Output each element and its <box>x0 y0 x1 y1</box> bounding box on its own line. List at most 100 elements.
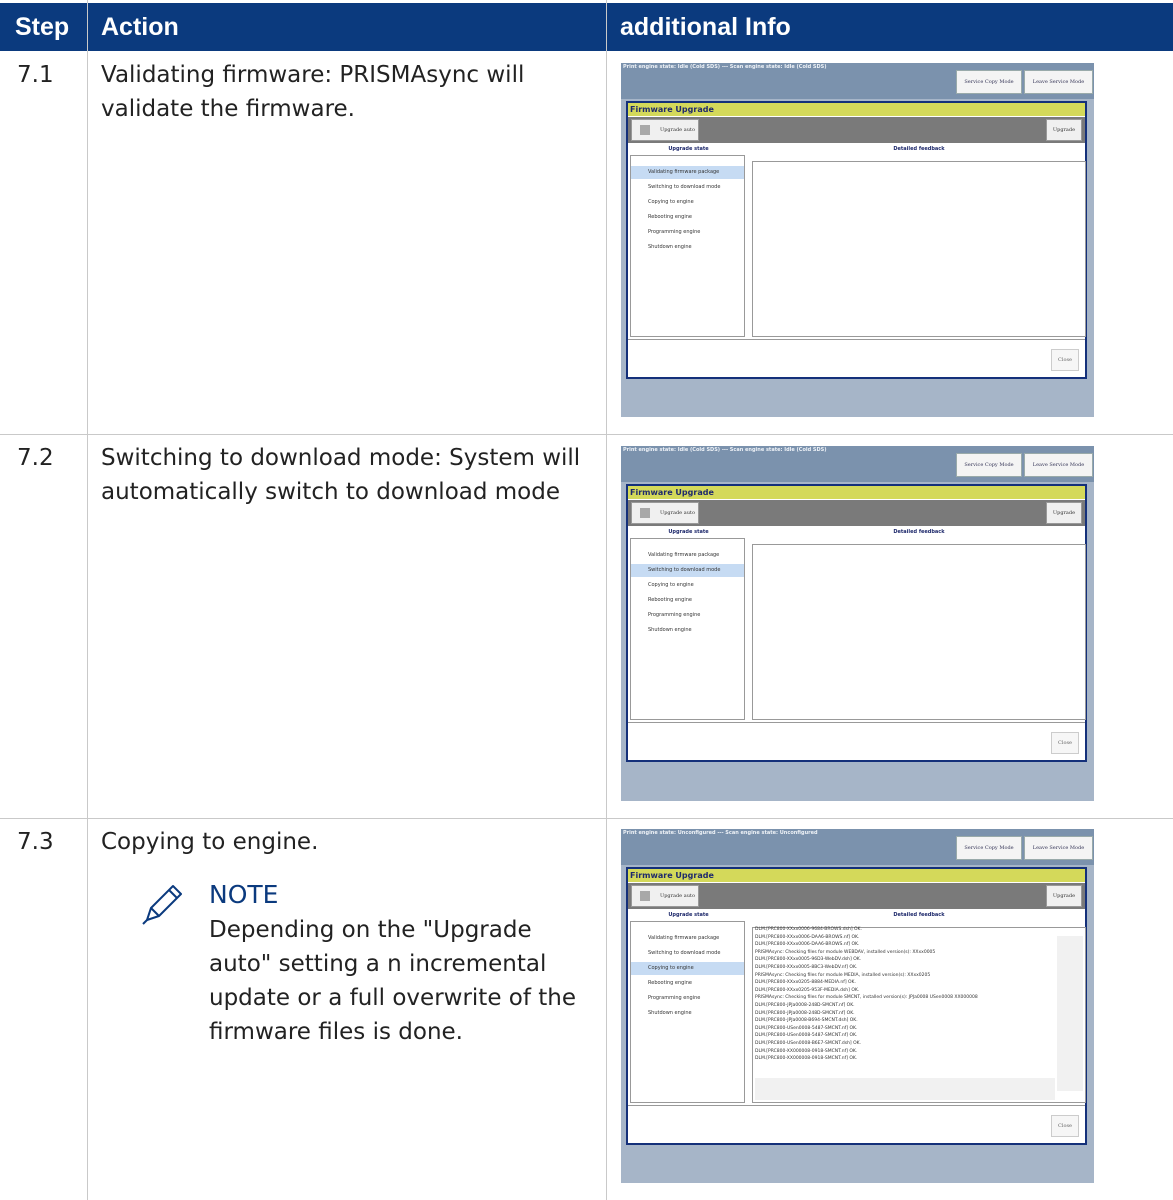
state-item: Programming engine <box>648 612 701 618</box>
log-line: DLM.[PRC800-XXxx0006-DAA6-BROWS.nf] OK. <box>755 942 860 948</box>
detailed-feedback-heading: Detailed feedback <box>893 529 945 535</box>
log-line: DLM.[PRC800-USen0008-5487-SMCNT.nf] OK. <box>755 1033 858 1039</box>
log-line: DLM.[PRC800-XXxx0205-8884-MEDIA.nf] OK. <box>755 980 856 986</box>
log-line: DLM.[PRC800-XXxx0005-96D3-WebDV.dsh] OK. <box>755 957 862 963</box>
upgrade-auto-label: Upgrade auto <box>660 510 695 516</box>
log-line: DLM.[PRC800-JPJa0008-248D-SMCNT.nf] OK. <box>755 1010 855 1016</box>
row-divider <box>0 434 1173 435</box>
upgrade-auto-toggle[interactable]: Upgrade auto <box>631 885 699 907</box>
vertical-scrollbar[interactable] <box>1057 936 1083 1091</box>
upgrade-state-heading: Upgrade state <box>668 146 709 152</box>
screenshot-download-mode: Print engine state: Idle (Cold SDS) --- … <box>621 446 1094 801</box>
log-line: DLM.[PRC800-XXxx0006-DAA6-BROWS.nf] OK. <box>755 934 860 940</box>
state-item: Rebooting engine <box>648 597 692 603</box>
action-text: Copying to engine. <box>101 829 319 855</box>
detailed-feedback-box <box>752 161 1086 337</box>
log-line: DLM.[PRC800-USen0008-B6E7-SMCNT.dsh] OK. <box>755 1040 862 1046</box>
log-line: DLM.[PRC800-USen0008-5487-SMCNT.nf] OK. <box>755 1025 858 1031</box>
checkbox-icon[interactable] <box>640 508 650 518</box>
dialog-title: Firmware Upgrade <box>628 869 1085 882</box>
service-copy-mode-button[interactable]: Service Copy Mode <box>956 453 1022 477</box>
upgrade-button[interactable]: Upgrade <box>1046 502 1082 524</box>
dialog-toolbar: Upgrade auto Upgrade <box>628 117 1085 143</box>
close-button[interactable]: Close <box>1051 349 1079 371</box>
state-item: Validating firmware package <box>648 935 720 941</box>
upgrade-state-heading: Upgrade state <box>668 912 709 918</box>
firmware-upgrade-dialog: Firmware Upgrade Upgrade auto Upgrade Upgra… <box>626 867 1087 1145</box>
state-item: Shutdown engine <box>648 627 692 633</box>
dialog-toolbar: Upgrade auto Upgrade <box>628 500 1085 526</box>
divider <box>628 722 1085 723</box>
divider <box>628 339 1085 340</box>
leave-service-mode-button[interactable]: Leave Service Mode <box>1024 453 1093 477</box>
checkbox-icon[interactable] <box>640 891 650 901</box>
header-info: additional Info <box>607 3 1173 51</box>
upgrade-auto-toggle[interactable]: Upgrade auto <box>631 502 699 524</box>
checkbox-icon[interactable] <box>640 125 650 135</box>
engine-status-text: Print engine state: Idle (Cold SDS) --- … <box>623 64 827 70</box>
state-item: Switching to download mode <box>631 564 744 577</box>
step-number: 7.3 <box>17 829 54 855</box>
feedback-log: DLM.[PRC800-XXxx0006-9684-BROWS.dsh] OK.… <box>755 926 1055 1063</box>
service-copy-mode-button[interactable]: Service Copy Mode <box>956 70 1022 94</box>
header-action: Action <box>88 3 606 51</box>
log-line: PRISMAsync: Checking files for module SM… <box>755 995 978 1001</box>
screenshot-validating: Print engine state: Idle (Cold SDS) --- … <box>621 63 1094 417</box>
log-line: DLM.[PRC800-XXxx0005-8BC3-WebDV.nf] OK. <box>755 964 858 970</box>
row-divider <box>0 818 1173 819</box>
upgrade-auto-label: Upgrade auto <box>660 127 695 133</box>
upgrade-state-list: Validating firmware package Switching to … <box>630 155 745 337</box>
action-text: Validating firmware: PRISMAsync will val… <box>101 62 525 122</box>
log-line: DLM.[PRC800-XXxx0205-953F-MEDIA.dsh] OK. <box>755 987 860 993</box>
state-item: Rebooting engine <box>648 980 692 986</box>
close-button[interactable]: Close <box>1051 732 1079 754</box>
log-line: PRISMAsync: Checking files for module WE… <box>755 949 936 955</box>
detailed-feedback-box <box>752 544 1086 720</box>
upgrade-button[interactable]: Upgrade <box>1046 119 1082 141</box>
dialog-title: Firmware Upgrade <box>628 486 1085 499</box>
horizontal-scrollbar[interactable] <box>755 1078 1055 1100</box>
log-line: DLM.[PRC800-XX000008-0918-SMCNT.nf] OK. <box>755 1056 858 1062</box>
state-item: Programming engine <box>648 229 701 235</box>
state-item: Switching to download mode <box>648 950 721 956</box>
detailed-feedback-box: DLM.[PRC800-XXxx0006-9684-BROWS.dsh] OK.… <box>752 927 1086 1103</box>
state-item: Copying to engine <box>631 962 744 975</box>
log-line: DLM.[PRC800-JPJa0008-248D-SMCNT.nf] OK. <box>755 1002 855 1008</box>
column-divider <box>87 0 88 1200</box>
engine-status-text: Print engine state: Idle (Cold SDS) --- … <box>623 447 827 453</box>
close-button[interactable]: Close <box>1051 1115 1079 1137</box>
dialog-toolbar: Upgrade auto Upgrade <box>628 883 1085 909</box>
upgrade-auto-label: Upgrade auto <box>660 893 695 899</box>
log-line: DLM.[PRC800-XX000008-0918-SMCNT.nf] OK. <box>755 1048 858 1054</box>
engine-status-text: Print engine state: Unconfigured --- Sca… <box>623 830 818 836</box>
state-item: Validating firmware package <box>648 552 720 558</box>
upgrade-state-heading: Upgrade state <box>668 529 709 535</box>
detailed-feedback-heading: Detailed feedback <box>893 146 945 152</box>
upgrade-state-list: Validating firmware package Switching to … <box>630 538 745 720</box>
note-body: Depending on the "Upgrade auto" setting … <box>209 917 577 1045</box>
dialog-title: Firmware Upgrade <box>628 103 1085 116</box>
firmware-upgrade-dialog: Firmware Upgrade Upgrade auto Upgrade Upgra… <box>626 101 1087 379</box>
state-item: Shutdown engine <box>648 1010 692 1016</box>
state-item: Copying to engine <box>648 199 694 205</box>
column-divider <box>606 0 607 1200</box>
note-title: NOTE <box>209 880 279 909</box>
log-line: DLM.[PRC800-JPJa0008-B694-SMCNT.dsh] OK. <box>755 1018 858 1024</box>
step-number: 7.2 <box>17 445 54 471</box>
upgrade-auto-toggle[interactable]: Upgrade auto <box>631 119 699 141</box>
leave-service-mode-button[interactable]: Leave Service Mode <box>1024 70 1093 94</box>
service-copy-mode-button[interactable]: Service Copy Mode <box>956 836 1022 860</box>
pencil-note-icon <box>142 885 182 925</box>
state-item: Copying to engine <box>648 582 694 588</box>
upgrade-button[interactable]: Upgrade <box>1046 885 1082 907</box>
leave-service-mode-button[interactable]: Leave Service Mode <box>1024 836 1093 860</box>
state-item: Programming engine <box>648 995 701 1001</box>
state-item: Validating firmware package <box>631 166 744 179</box>
log-line: DLM.[PRC800-XXxx0006-9684-BROWS.dsh] OK. <box>755 927 862 932</box>
action-text: Switching to download mode: System will … <box>101 445 581 505</box>
firmware-upgrade-dialog: Firmware Upgrade Upgrade auto Upgrade Upgra… <box>626 484 1087 762</box>
upgrade-state-list: Validating firmware package Switching to … <box>630 921 745 1103</box>
state-item: Switching to download mode <box>648 184 721 190</box>
state-item: Shutdown engine <box>648 244 692 250</box>
screenshot-copying: Print engine state: Unconfigured --- Sca… <box>621 829 1094 1183</box>
